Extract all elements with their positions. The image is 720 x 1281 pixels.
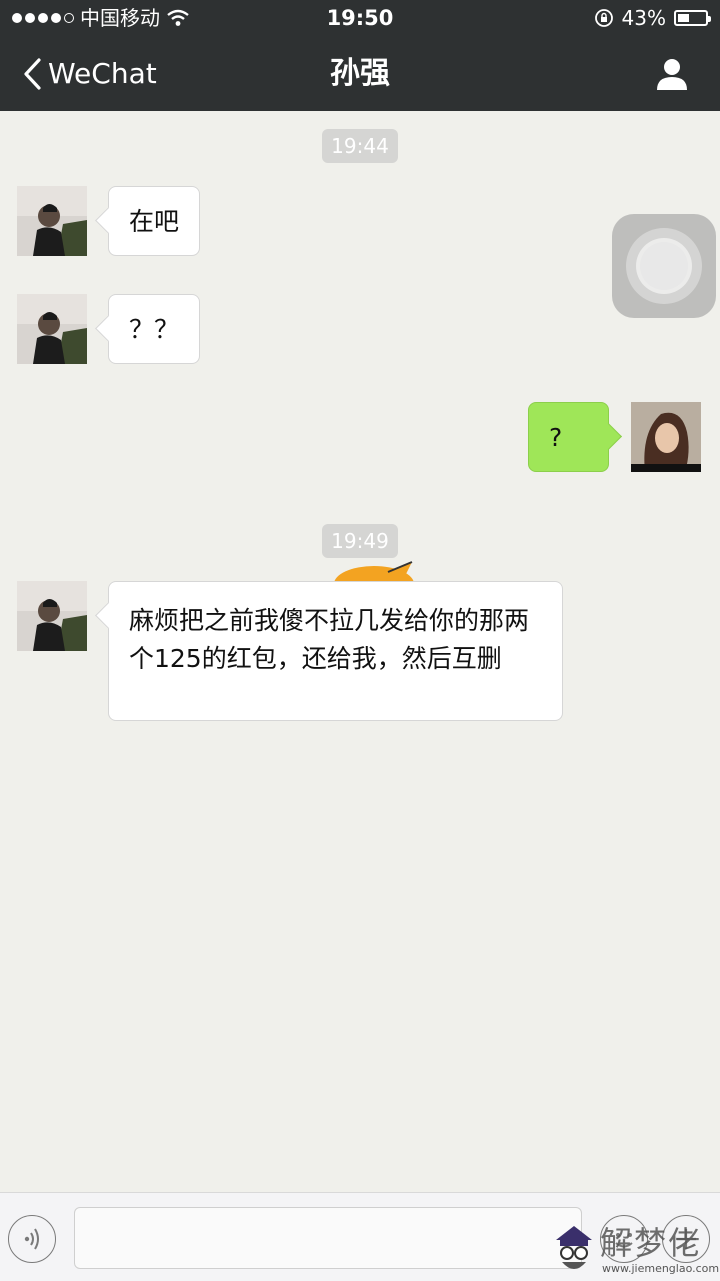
message-bubble-received[interactable]: 麻烦把之前我傻不拉几发给你的那两个125的红包，还给我，然后互删 <box>108 581 563 721</box>
contact-avatar-image <box>17 186 87 256</box>
watermark-url: www.jiemenglao.com <box>602 1262 720 1275</box>
rotation-lock-icon <box>594 9 613 27</box>
battery-percent: 43% <box>621 6 666 30</box>
contact-avatar[interactable] <box>17 186 87 256</box>
my-avatar-image <box>631 402 701 472</box>
voice-icon <box>24 1228 39 1250</box>
battery-icon <box>674 10 711 26</box>
message-bubble-sent[interactable]: ? <box>528 402 609 472</box>
chat-title: 孙强 <box>330 56 390 91</box>
nav-bar: WeChat 孙强 <box>0 36 720 111</box>
battery-fill <box>678 14 690 22</box>
message-input[interactable] <box>74 1207 582 1269</box>
contact-avatar-image <box>17 581 87 651</box>
contact-avatar[interactable] <box>17 294 87 364</box>
status-bar: 中国移动 19:50 43% <box>0 0 720 36</box>
message-text: 在吧 <box>129 207 180 236</box>
voice-input-button[interactable] <box>8 1215 56 1263</box>
contact-profile-icon[interactable] <box>654 56 690 92</box>
message-text: ? <box>549 423 563 452</box>
status-right: 43% <box>594 0 711 36</box>
assistive-touch-button[interactable] <box>612 214 716 318</box>
top-bar: 中国移动 19:50 43% WeChat 孙强 <box>0 0 720 111</box>
my-avatar[interactable] <box>631 402 701 472</box>
contact-avatar-image <box>17 294 87 364</box>
message-text: 麻烦把之前我傻不拉几发给你的那两个125的红包，还给我，然后互删 <box>129 606 530 673</box>
watermark-text: 解梦佬 <box>600 1224 703 1262</box>
assistive-touch-center <box>640 242 688 290</box>
watermark-logo-icon <box>556 1226 592 1269</box>
timestamp-1: 19:44 <box>322 129 398 163</box>
contact-avatar[interactable] <box>17 581 87 651</box>
message-bubble-received[interactable]: ？？ <box>108 294 200 364</box>
timestamp-2: 19:49 <box>322 524 398 558</box>
message-bubble-received[interactable]: 在吧 <box>108 186 200 256</box>
watermark: 解梦佬 www.jiemenglao.com <box>552 1218 720 1280</box>
message-text: ？？ <box>129 315 180 344</box>
